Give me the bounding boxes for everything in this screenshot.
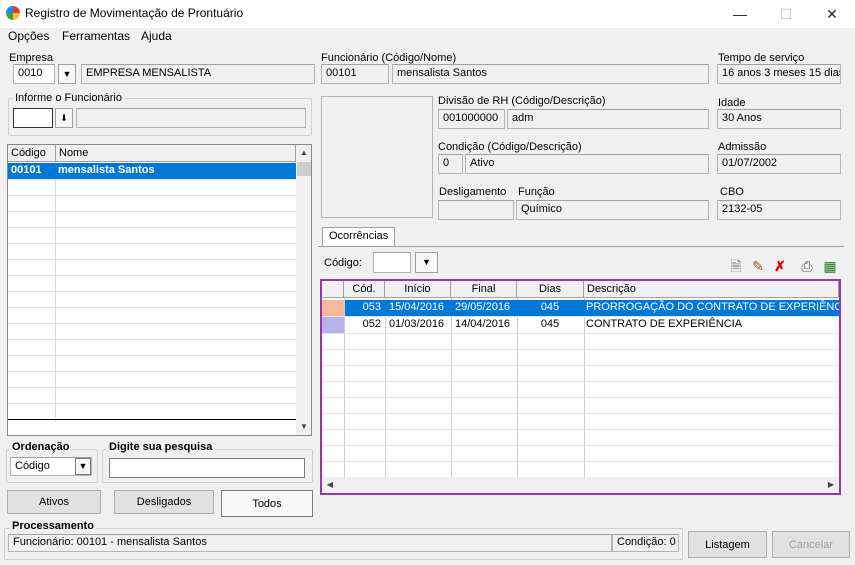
tempo-servico-label: Tempo de serviço	[718, 52, 805, 64]
idade-label: Idade	[718, 97, 746, 109]
cell-inicio: 15/04/2016	[389, 301, 445, 313]
processamento-condicao: Condição: 0	[612, 534, 679, 552]
informe-funcionario-name	[76, 108, 306, 128]
processamento-status: Funcionário: 00101 - mensalista Santos	[8, 534, 612, 552]
ocorrencias-grid[interactable]: Cód. Início Final Dias Descrição 053 15/…	[322, 281, 839, 493]
pesquisa-label: Digite sua pesquisa	[107, 441, 215, 453]
empresa-code-field[interactable]: 0010	[13, 64, 55, 84]
informe-dropdown-button[interactable]: ⬇	[55, 108, 73, 128]
ocorrencia-codigo-input[interactable]	[373, 252, 411, 273]
employee-grid-scrollbar[interactable]	[296, 145, 311, 435]
divisao-desc-field: adm	[507, 109, 709, 129]
search-input[interactable]	[109, 458, 305, 478]
processamento-label: Processamento	[10, 520, 96, 532]
cell-dias: 045	[540, 318, 560, 330]
employee-photo	[321, 96, 433, 218]
scroll-down-icon[interactable]: ▼	[296, 419, 311, 435]
scroll-right-icon[interactable]: ▶	[823, 477, 839, 493]
chevron-down-icon[interactable]: ▼	[75, 458, 91, 475]
desligamento-field	[438, 200, 514, 220]
cell-nome: mensalista Santos	[58, 164, 155, 176]
chevron-down-icon: ▼	[62, 69, 72, 79]
listagem-button[interactable]: Listagem	[688, 531, 767, 558]
cell-cod: 052	[362, 318, 381, 330]
close-icon[interactable]: ✕	[809, 0, 855, 28]
tab-ocorrencias[interactable]: Ocorrências	[322, 227, 396, 247]
idade-field: 30 Anos	[717, 109, 841, 129]
scroll-left-icon[interactable]: ◀	[322, 477, 338, 493]
cell-descricao: CONTRATO DE EXPERIÊNCIA	[586, 318, 743, 330]
ocorrencia-codigo-dropdown[interactable]: ▼	[415, 252, 438, 273]
funcionario-code-field: 00101	[321, 64, 389, 84]
cell-inicio: 01/03/2016	[389, 318, 445, 330]
scroll-thumb[interactable]	[297, 162, 311, 176]
condicao-label: Condição (Código/Descrição)	[438, 141, 582, 153]
row-color-swatch	[322, 300, 344, 316]
grid-header-nome[interactable]: Nome	[56, 145, 296, 162]
todos-button[interactable]: Todos	[221, 490, 313, 517]
edit-pencil-icon[interactable]: ✎	[748, 256, 768, 276]
cell-final: 14/04/2016	[455, 318, 511, 330]
delete-x-icon[interactable]: ✗	[770, 256, 790, 276]
informe-funcionario-label: Informe o Funcionário	[13, 92, 124, 104]
funcionario-label: Funcionário (Código/Nome)	[321, 52, 457, 64]
grid-header-inicio[interactable]: Início	[385, 281, 451, 298]
new-document-icon[interactable]: 🗎	[726, 256, 746, 276]
empresa-name-field: EMPRESA MENSALISTA	[81, 64, 315, 84]
empresa-dropdown-button[interactable]: ▼	[58, 64, 76, 84]
cell-codigo: 00101	[11, 164, 42, 176]
grid-header-dias[interactable]: Dias	[517, 281, 584, 298]
window-title: Registro de Movimentação de Prontuário	[25, 6, 244, 20]
scroll-up-icon[interactable]: ▲	[296, 145, 311, 161]
condicao-code-field: 0	[438, 154, 463, 174]
desligamento-label: Desligamento	[439, 186, 507, 198]
tempo-servico-field: 16 anos 3 meses 15 dias	[717, 64, 841, 84]
cell-dias: 045	[540, 301, 560, 313]
cbo-field: 2132-05	[717, 200, 841, 220]
excel-export-icon[interactable]: ▦	[820, 256, 840, 276]
informe-funcionario-input[interactable]	[13, 108, 53, 128]
ativos-button[interactable]: Ativos	[7, 490, 101, 514]
desligados-button[interactable]: Desligados	[114, 490, 214, 514]
row-color-swatch	[322, 317, 344, 333]
admissao-label: Admissão	[718, 141, 767, 153]
funcao-field: Químico	[516, 200, 709, 220]
ocorrencia-codigo-label: Código:	[324, 257, 362, 269]
admissao-field: 01/07/2002	[717, 154, 841, 174]
condicao-desc-field: Ativo	[465, 154, 709, 174]
menu-ferramentas[interactable]: Ferramentas	[62, 29, 130, 43]
maximize-icon[interactable]: ☐	[763, 0, 809, 28]
table-row[interactable]: 052 01/03/2016 14/04/2016 045 CONTRATO D…	[345, 317, 839, 333]
funcao-label: Função	[518, 186, 555, 198]
cancelar-button[interactable]: Cancelar	[772, 531, 850, 558]
grid-header-cod[interactable]: Cód.	[344, 281, 385, 298]
table-row[interactable]: 00101 mensalista Santos	[8, 163, 296, 179]
ocorrencias-hscrollbar[interactable]	[322, 477, 839, 493]
ordenacao-label: Ordenação	[10, 441, 72, 453]
table-row[interactable]: 053 15/04/2016 29/05/2016 045 PRORROGAÇÃ…	[345, 300, 839, 316]
employee-grid[interactable]: Código Nome 00101 mensalista Santos ▲ ▼	[7, 144, 312, 436]
grid-header-descricao[interactable]: Descrição	[584, 281, 839, 298]
menu-ajuda[interactable]: Ajuda	[141, 29, 172, 43]
minimize-icon[interactable]: —	[717, 0, 763, 28]
arrow-down-icon: ⬇	[60, 113, 68, 123]
cell-cod: 053	[362, 301, 381, 313]
divisao-label: Divisão de RH (Código/Descrição)	[438, 95, 606, 107]
grid-header-final[interactable]: Final	[451, 281, 517, 298]
cell-final: 29/05/2016	[455, 301, 511, 313]
menu-opcoes[interactable]: Opções	[8, 29, 49, 43]
empresa-label: Empresa	[9, 52, 54, 64]
divisao-code-field: 001000000	[438, 109, 505, 129]
print-icon[interactable]: ⎙	[797, 256, 817, 276]
app-icon	[6, 6, 20, 20]
cell-descricao: PRORROGAÇÃO DO CONTRATO DE EXPERIÊNCIA	[586, 301, 839, 313]
grid-header-codigo[interactable]: Código	[8, 145, 56, 162]
funcionario-name-field: mensalista Santos	[392, 64, 709, 84]
cbo-label: CBO	[720, 186, 744, 198]
chevron-down-icon: ▼	[422, 257, 431, 267]
